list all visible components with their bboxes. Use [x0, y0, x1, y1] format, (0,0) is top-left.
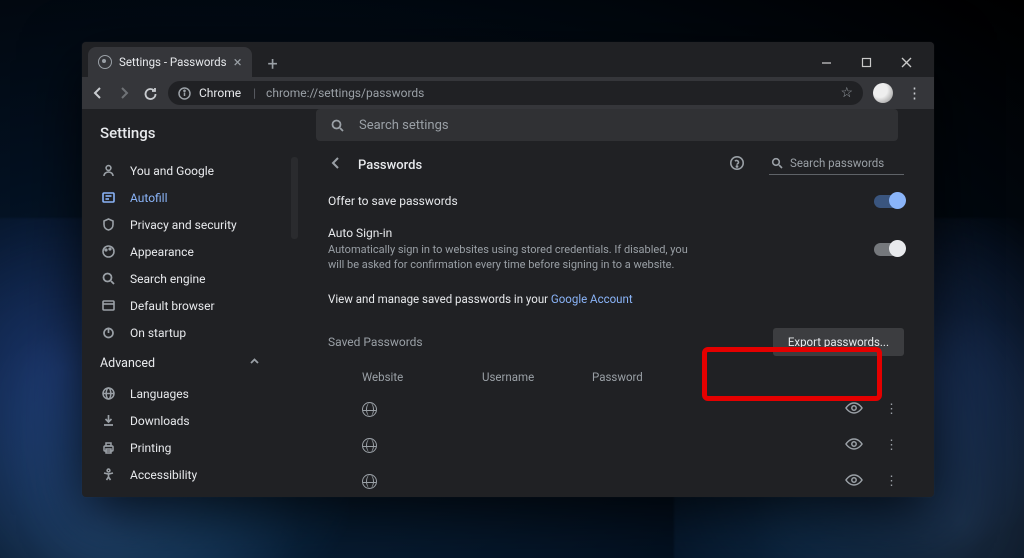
saved-passwords-header: Saved Passwords: [328, 335, 773, 349]
globe-icon: [362, 438, 377, 453]
sidebar-item-search-engine[interactable]: Search engine: [82, 265, 292, 292]
search-placeholder: Search settings: [359, 118, 449, 133]
omnibox-origin: Chrome: [199, 86, 241, 100]
sidebar-item-accessibility[interactable]: Accessibility: [82, 461, 292, 488]
auto-signin-label: Auto Sign-in: [328, 226, 688, 240]
shield-icon: [100, 217, 116, 233]
sidebar-item-label: Autofill: [130, 191, 168, 205]
window-close-button[interactable]: [886, 47, 926, 77]
download-icon: [100, 413, 116, 429]
power-icon: [100, 325, 116, 341]
autofill-icon: [100, 190, 116, 206]
help-icon[interactable]: [729, 155, 745, 175]
sidebar-advanced-toggle[interactable]: Advanced: [82, 346, 292, 380]
password-row[interactable]: ⋮: [328, 392, 904, 428]
row-menu-button[interactable]: ⋮: [885, 438, 904, 453]
sidebar-item-you-and-google[interactable]: You and Google: [82, 157, 292, 184]
panel-back-button[interactable]: [328, 155, 344, 175]
sidebar-item-languages[interactable]: Languages: [82, 380, 292, 407]
row-menu-button[interactable]: ⋮: [885, 474, 904, 489]
globe-icon: [362, 402, 377, 417]
sidebar-item-label: System: [130, 495, 170, 498]
auto-signin-toggle[interactable]: [874, 243, 904, 256]
palette-icon: [100, 244, 116, 260]
window-minimize-button[interactable]: [806, 47, 846, 77]
settings-title: Settings: [82, 109, 298, 157]
address-bar[interactable]: Chrome | chrome://settings/passwords ☆: [168, 81, 863, 105]
col-username: Username: [482, 370, 592, 384]
tab-title: Settings - Passwords: [119, 55, 227, 69]
auto-signin-description: Automatically sign in to websites using …: [328, 243, 688, 273]
reveal-password-icon[interactable]: [845, 400, 863, 419]
settings-search-input[interactable]: Search settings: [316, 109, 898, 141]
back-button[interactable]: [90, 85, 106, 101]
window-maximize-button[interactable]: [846, 47, 886, 77]
sidebar-item-autofill[interactable]: Autofill: [82, 184, 292, 211]
google-account-link[interactable]: Google Account: [551, 292, 633, 306]
wrench-icon: [100, 494, 116, 498]
page-title: Passwords: [358, 158, 715, 173]
sidebar-item-label: Downloads: [130, 414, 190, 428]
bookmark-star-icon[interactable]: ☆: [840, 85, 853, 101]
browser-tab[interactable]: Settings - Passwords ×: [88, 47, 252, 77]
sidebar-item-label: Printing: [130, 441, 171, 455]
search-placeholder: Search passwords: [790, 156, 884, 170]
person-icon: [100, 163, 116, 179]
sidebar-item-label: Accessibility: [130, 468, 197, 482]
search-icon: [330, 118, 345, 133]
search-icon: [100, 271, 116, 287]
col-password: Password: [592, 370, 904, 384]
new-tab-button[interactable]: +: [260, 51, 286, 77]
chrome-menu-button[interactable]: ⋮: [903, 84, 926, 102]
sidebar-item-label: Languages: [130, 387, 189, 401]
reload-button[interactable]: [142, 85, 158, 101]
password-row[interactable]: ⋮: [328, 464, 904, 497]
sidebar-item-label: You and Google: [130, 164, 214, 178]
sidebar-item-label: On startup: [130, 326, 186, 340]
sidebar-item-label: Appearance: [130, 245, 194, 259]
globe-icon: [362, 474, 377, 489]
sidebar-scrollbar-thumb[interactable]: [291, 157, 298, 239]
row-menu-button[interactable]: ⋮: [885, 402, 904, 417]
sidebar-item-system[interactable]: System: [82, 488, 292, 497]
reveal-password-icon[interactable]: [845, 472, 863, 491]
gear-icon: [98, 55, 112, 69]
sidebar-item-label: Privacy and security: [130, 218, 237, 232]
sidebar-item-appearance[interactable]: Appearance: [82, 238, 292, 265]
sidebar-item-on-startup[interactable]: On startup: [82, 319, 292, 346]
password-row[interactable]: ⋮: [328, 428, 904, 464]
reveal-password-icon[interactable]: [845, 436, 863, 455]
sidebar-item-label: Search engine: [130, 272, 205, 286]
offer-save-passwords-label: Offer to save passwords: [328, 194, 458, 208]
print-icon: [100, 440, 116, 456]
sidebar-item-label: Advanced: [100, 356, 155, 371]
accessibility-icon: [100, 467, 116, 483]
chrome-window: Settings - Passwords × + Chrome | chrome…: [82, 42, 934, 497]
sidebar-item-label: Default browser: [130, 299, 215, 313]
sidebar-item-privacy[interactable]: Privacy and security: [82, 211, 292, 238]
omnibox-url: chrome://settings/passwords: [266, 86, 424, 100]
offer-save-passwords-toggle[interactable]: [874, 195, 904, 208]
settings-sidebar: Settings You and Google Autofill: [82, 109, 298, 497]
globe-icon: [100, 386, 116, 402]
close-tab-icon[interactable]: ×: [234, 55, 242, 70]
titlebar: Settings - Passwords × +: [82, 42, 934, 77]
col-website: Website: [362, 370, 482, 384]
password-table-header: Website Username Password: [328, 364, 904, 392]
view-manage-text: View and manage saved passwords in your …: [328, 282, 904, 310]
export-passwords-button[interactable]: Export passwords...: [773, 328, 904, 356]
sidebar-item-default-browser[interactable]: Default browser: [82, 292, 292, 319]
sidebar-item-printing[interactable]: Printing: [82, 434, 292, 461]
chevron-up-icon: [249, 356, 260, 371]
info-icon: [178, 87, 191, 100]
sidebar-item-downloads[interactable]: Downloads: [82, 407, 292, 434]
browser-toolbar: Chrome | chrome://settings/passwords ☆ ⋮: [82, 77, 934, 109]
passwords-search-input[interactable]: Search passwords: [769, 156, 904, 175]
forward-button[interactable]: [116, 85, 132, 101]
profile-avatar[interactable]: [873, 83, 893, 103]
browser-icon: [100, 298, 116, 314]
